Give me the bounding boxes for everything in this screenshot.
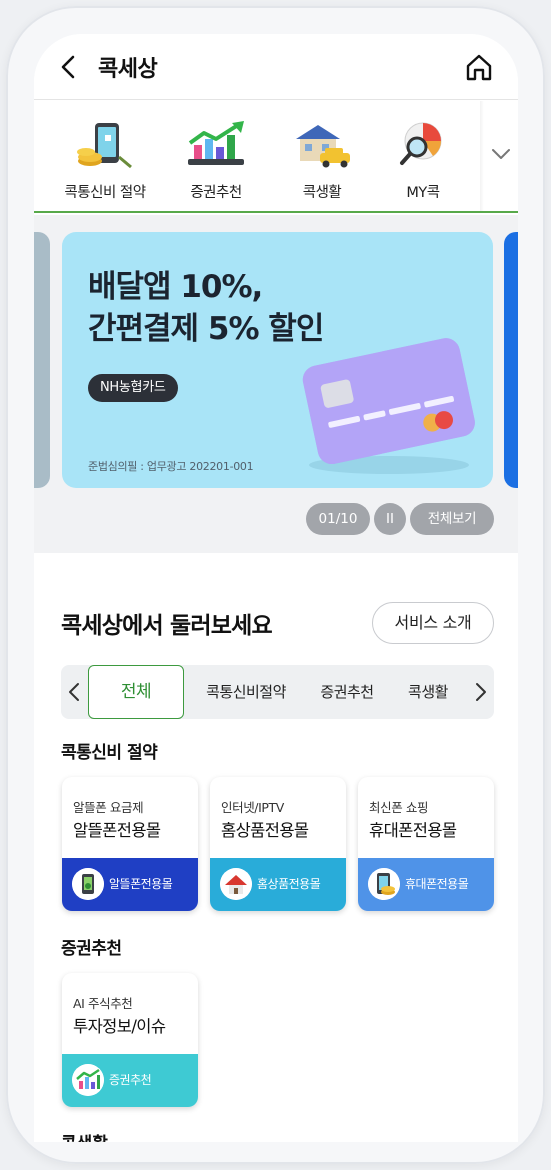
- section-title: 콕세상에서 둘러보세요: [61, 613, 273, 639]
- page-title: 콕세상: [98, 57, 158, 82]
- back-button[interactable]: [56, 54, 82, 80]
- house-icon: [220, 868, 252, 900]
- chevron-down-icon: [492, 149, 510, 159]
- card-footer-label: 홈상품전용몰: [257, 877, 321, 891]
- phone-sim-icon: [72, 868, 104, 900]
- service-card-phone[interactable]: 최신폰 쇼핑 휴대폰전용몰 휴대폰전용몰: [358, 777, 494, 911]
- app-screen: 콕세상 콕통신비 절약 증권추천 콕생활 MY콕 배달앱 10%, 간편결제 5…: [34, 34, 518, 1142]
- phone-coins-icon: [77, 123, 132, 169]
- card-title: 투자정보/이슈: [73, 1017, 166, 1036]
- card-subtitle: 최신폰 쇼핑: [369, 800, 429, 815]
- banner-headline: 배달앱 10%, 간편결제 5% 할인: [88, 266, 324, 350]
- filter-tab-comm-savings[interactable]: 콕통신비절약: [193, 665, 299, 719]
- home-button[interactable]: [464, 52, 494, 82]
- card-title: 홈상품전용몰: [221, 821, 309, 840]
- filter-tab-life[interactable]: 콕생활: [395, 665, 461, 719]
- category-label: MY콕: [406, 185, 440, 201]
- chevron-left-icon: [69, 683, 79, 701]
- card-subtitle: 알뜰폰 요금제: [73, 800, 144, 815]
- stock-chart-icon: [72, 1064, 104, 1096]
- filter-tabs: 전체 콕통신비절약 증권추천 콕생활: [61, 665, 494, 719]
- filter-tab-all[interactable]: 전체: [88, 665, 184, 719]
- banner-headline-line1: 배달앱 10%,: [88, 269, 263, 305]
- credit-card-icon: [302, 338, 475, 474]
- house-car-icon: [296, 125, 350, 168]
- category-stock[interactable]: 증권추천: [161, 101, 271, 211]
- category-life[interactable]: 콕생활: [267, 101, 377, 211]
- phone-coins-icon: [368, 868, 400, 900]
- filter-tab-stock[interactable]: 증권추천: [307, 665, 387, 719]
- compliance-note: 준법심의필 : 업무광고 202201-001: [88, 460, 254, 473]
- service-card-ai-stock[interactable]: AI 주식추천 투자정보/이슈 증권추천: [62, 973, 198, 1107]
- card-subtitle: 인터넷/IPTV: [221, 800, 284, 815]
- card-footer: 홈상품전용몰: [210, 858, 346, 911]
- category-label: 콕생활: [302, 185, 342, 201]
- card-subtitle: AI 주식추천: [73, 996, 133, 1011]
- card-footer: 휴대폰전용몰: [358, 858, 494, 911]
- category-nav: 콕통신비 절약 증권추천 콕생활 MY콕: [34, 101, 518, 213]
- home-icon: [466, 54, 492, 81]
- banner-page-counter: 01/10: [306, 503, 370, 535]
- stock-chart-icon: [188, 121, 244, 165]
- card-footer: 알뜰폰전용몰: [62, 858, 198, 911]
- filter-prev-button[interactable]: [61, 665, 89, 719]
- banner-next-peek[interactable]: [504, 232, 518, 488]
- card-footer: 증권추천: [62, 1054, 198, 1107]
- card-footer-label: 증권추천: [109, 1073, 152, 1087]
- card-title: 알뜰폰전용몰: [73, 821, 161, 840]
- card-brand-chip: NH농협카드: [88, 374, 178, 402]
- service-card-mvno[interactable]: 알뜰폰 요금제 알뜰폰전용몰 알뜰폰전용몰: [62, 777, 198, 911]
- service-card-home[interactable]: 인터넷/IPTV 홈상품전용몰 홈상품전용몰: [210, 777, 346, 911]
- magnifier-pie-icon: [400, 122, 442, 165]
- category-label: 콕통신비 절약: [64, 185, 146, 201]
- group-title: 증권추천: [61, 939, 122, 959]
- category-label: 증권추천: [190, 185, 242, 201]
- chevron-right-icon: [476, 683, 486, 701]
- top-app-bar: 콕세상: [34, 34, 518, 100]
- category-comm-savings[interactable]: 콕통신비 절약: [50, 101, 160, 211]
- banner-headline-line2: 간편결제 5% 할인: [88, 311, 324, 347]
- service-intro-button[interactable]: 서비스 소개: [372, 602, 494, 644]
- card-footer-label: 알뜰폰전용몰: [109, 877, 173, 891]
- promo-banner[interactable]: 배달앱 10%, 간편결제 5% 할인 NH농협카드 준법심의필 : 업무광고 …: [62, 232, 493, 488]
- group-title: 콕생활: [61, 1129, 108, 1142]
- card-footer-label: 휴대폰전용몰: [405, 877, 469, 891]
- category-expand-button[interactable]: [484, 101, 518, 211]
- banner-pause-button[interactable]: II: [374, 503, 406, 535]
- filter-next-button[interactable]: [466, 665, 494, 719]
- banner-prev-peek[interactable]: [34, 232, 50, 488]
- group-title: 콕통신비 절약: [61, 743, 158, 763]
- card-title: 휴대폰전용몰: [369, 821, 457, 840]
- chevron-left-icon: [61, 55, 75, 79]
- banner-view-all-button[interactable]: 전체보기: [410, 503, 494, 535]
- category-my[interactable]: MY콕: [368, 101, 478, 211]
- banner-carousel: 배달앱 10%, 간편결제 5% 할인 NH농협카드 준법심의필 : 업무광고 …: [34, 215, 518, 553]
